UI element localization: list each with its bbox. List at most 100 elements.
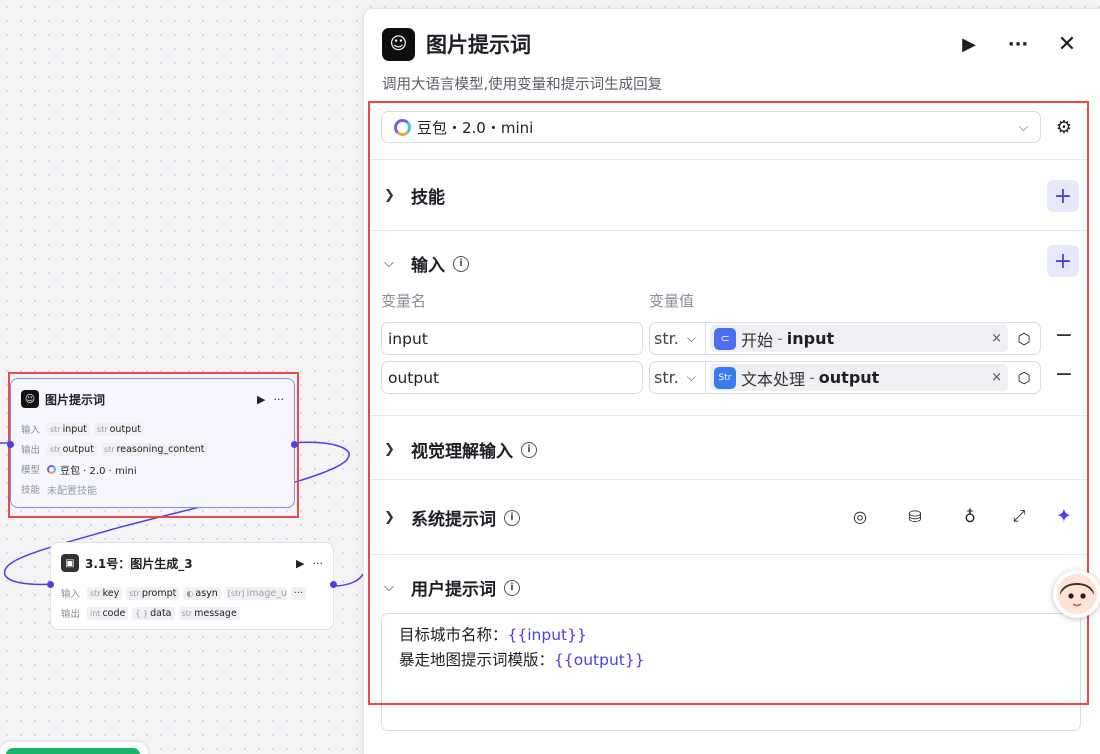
llm-node-model: 模型 豆包 · 2.0 · mini — [21, 464, 137, 477]
play-icon[interactable]: ▶ — [257, 393, 265, 406]
info-icon[interactable]: i — [504, 579, 520, 596]
type-select[interactable]: str. ⌵ — [650, 362, 706, 393]
close-icon[interactable]: ✕ — [1052, 29, 1082, 59]
llm-node-title: 图片提示词 — [45, 392, 106, 407]
divider — [368, 415, 1089, 416]
output-port[interactable] — [330, 581, 337, 588]
model-logo-icon — [47, 464, 56, 474]
output-port[interactable] — [291, 441, 298, 448]
divider — [368, 159, 1089, 160]
chevron-down-icon: ⌵ — [384, 580, 394, 595]
lightbulb-icon[interactable]: ♁ — [958, 504, 982, 528]
info-icon[interactable]: i — [504, 509, 520, 526]
llm-node[interactable]: ☺ 图片提示词 ▶ ··· 输入 str input str output 输出 s… — [7, 378, 298, 508]
model-logo-icon — [394, 118, 411, 136]
output-tag: { } data — [132, 606, 175, 620]
variable-reference[interactable]: Str 文本处理 - output × — [710, 364, 1008, 391]
chevron-down-icon: ⌵ — [384, 256, 394, 271]
text-process-icon: Str — [714, 366, 736, 389]
expand-icon[interactable]: ⤢ — [1007, 504, 1031, 528]
llm-node-header: ☺ 图片提示词 ▶ ··· — [11, 379, 294, 419]
column-header-name: 变量名 — [381, 292, 427, 310]
assistant-avatar[interactable] — [1053, 570, 1100, 618]
ai-sparkle-icon[interactable]: ✦ — [1052, 504, 1076, 528]
more-icon[interactable]: ··· — [313, 557, 324, 570]
run-icon[interactable]: ▶ — [954, 29, 984, 59]
llm-node-outputs: 输出 str output str reasoning_content — [11, 439, 294, 459]
output-tag: str message — [178, 606, 240, 620]
divider — [368, 230, 1089, 231]
llm-node-skills: 技能 未配置技能 — [21, 485, 97, 497]
panel-header: ☺ 图片提示词 ▶ ··· ✕ — [382, 27, 1082, 61]
llm-node-inputs: 输入 str input str output — [11, 419, 294, 439]
input-tag: str input — [47, 422, 91, 436]
image-gen-node[interactable]: ▣ 3.1号：图片生成_3 ▶ ··· 输入 str key str prompt … — [47, 542, 337, 630]
prompt-variable: {{output}} — [554, 651, 645, 669]
variable-value-field[interactable]: str. ⌵ ⊂ 开始 - input × ⬡ — [649, 322, 1041, 355]
input-tag: str key — [87, 586, 123, 600]
chevron-down-icon: ⌵ — [1018, 119, 1028, 134]
gear-icon[interactable]: ⚙ — [1051, 114, 1077, 140]
variable-name-input[interactable]: output — [381, 361, 643, 394]
section-user-prompt[interactable]: ⌵ 用户提示词 i — [384, 575, 520, 600]
section-skills[interactable]: ❯ 技能 — [384, 183, 445, 208]
start-icon: ⊂ — [714, 327, 736, 350]
variable-picker-icon[interactable]: ⬡ — [1012, 330, 1036, 348]
clear-icon[interactable]: × — [991, 370, 1002, 385]
input-port[interactable] — [47, 581, 54, 588]
divider — [368, 479, 1089, 480]
prompt-line: 暴走地图提示词模版：{{output}} — [399, 651, 645, 669]
chevron-right-icon: ❯ — [384, 510, 395, 525]
model-select[interactable]: 豆包・2.0・mini ⌵ — [381, 111, 1041, 143]
input-tag: [str]image_url — [224, 586, 287, 600]
more-icon[interactable]: ··· — [1003, 29, 1033, 59]
chevron-down-icon: ⌵ — [686, 370, 696, 384]
run-button[interactable] — [6, 748, 140, 754]
image-gen-icon: ▣ — [61, 554, 79, 572]
chevron-right-icon: ❯ — [384, 188, 395, 203]
info-icon[interactable]: i — [453, 255, 469, 272]
variable-picker-icon[interactable]: ⬡ — [1012, 369, 1036, 387]
output-tag: str output — [47, 442, 97, 456]
llm-node-icon: ☺ — [382, 27, 415, 61]
variable-reference[interactable]: ⊂ 开始 - input × — [710, 325, 1008, 352]
model-select-value: 豆包・2.0・mini — [417, 118, 534, 137]
section-vision-input[interactable]: ❯ 视觉理解输入 i — [384, 437, 537, 462]
section-input[interactable]: ⌵ 输入 i — [384, 251, 469, 276]
llm-node-icon: ☺ — [21, 390, 39, 408]
input-tag: ◐ asyn — [183, 586, 221, 600]
variable-name-input[interactable]: input — [381, 322, 643, 355]
variable-value-field[interactable]: str. ⌵ Str 文本处理 - output × ⬡ — [649, 361, 1041, 394]
type-select[interactable]: str. ⌵ — [650, 323, 706, 354]
image-gen-node-title: 3.1号：图片生成_3 — [85, 556, 193, 571]
add-skill-button[interactable]: + — [1047, 180, 1079, 212]
remove-variable-button[interactable]: − — [1052, 323, 1076, 348]
node-config-panel: ☺ 图片提示词 ▶ ··· ✕ 调用大语言模型,使用变量和提示词生成回复 豆包・… — [363, 8, 1100, 754]
image-gen-outputs: 输出 int code { } data str message — [51, 603, 333, 623]
chevron-right-icon: ❯ — [384, 442, 395, 457]
user-prompt-editor[interactable]: 目标城市名称：{{input}} 暴走地图提示词模版：{{output}} — [381, 613, 1081, 731]
compass-icon[interactable]: ◎ — [848, 504, 872, 528]
input-tag: str prompt — [126, 586, 180, 600]
input-tag: str output — [94, 422, 144, 436]
remove-variable-button[interactable]: − — [1052, 362, 1076, 387]
divider — [368, 554, 1089, 555]
more-inputs-tag[interactable]: ··· — [290, 586, 306, 600]
panel-title: 图片提示词 — [426, 33, 531, 57]
output-tag: str reasoning_content — [100, 442, 208, 456]
output-tag: int code — [87, 606, 129, 620]
column-header-value: 变量值 — [649, 292, 695, 310]
play-icon[interactable]: ▶ — [296, 557, 304, 570]
more-icon[interactable]: ··· — [274, 393, 285, 406]
info-icon[interactable]: i — [521, 441, 537, 458]
input-port[interactable] — [7, 441, 14, 448]
prompt-variable: {{input}} — [507, 626, 587, 644]
prompt-line: 目标城市名称：{{input}} — [399, 626, 587, 644]
panel-description: 调用大语言模型,使用变量和提示词生成回复 — [382, 77, 663, 93]
image-gen-node-header: ▣ 3.1号：图片生成_3 ▶ ··· — [51, 543, 333, 583]
clear-icon[interactable]: × — [991, 331, 1002, 346]
chevron-down-icon: ⌵ — [686, 331, 696, 345]
section-system-prompt[interactable]: ❯ 系统提示词 i — [384, 505, 520, 530]
add-input-button[interactable]: + — [1047, 245, 1079, 277]
template-library-icon[interactable]: ⛁ — [903, 504, 927, 528]
